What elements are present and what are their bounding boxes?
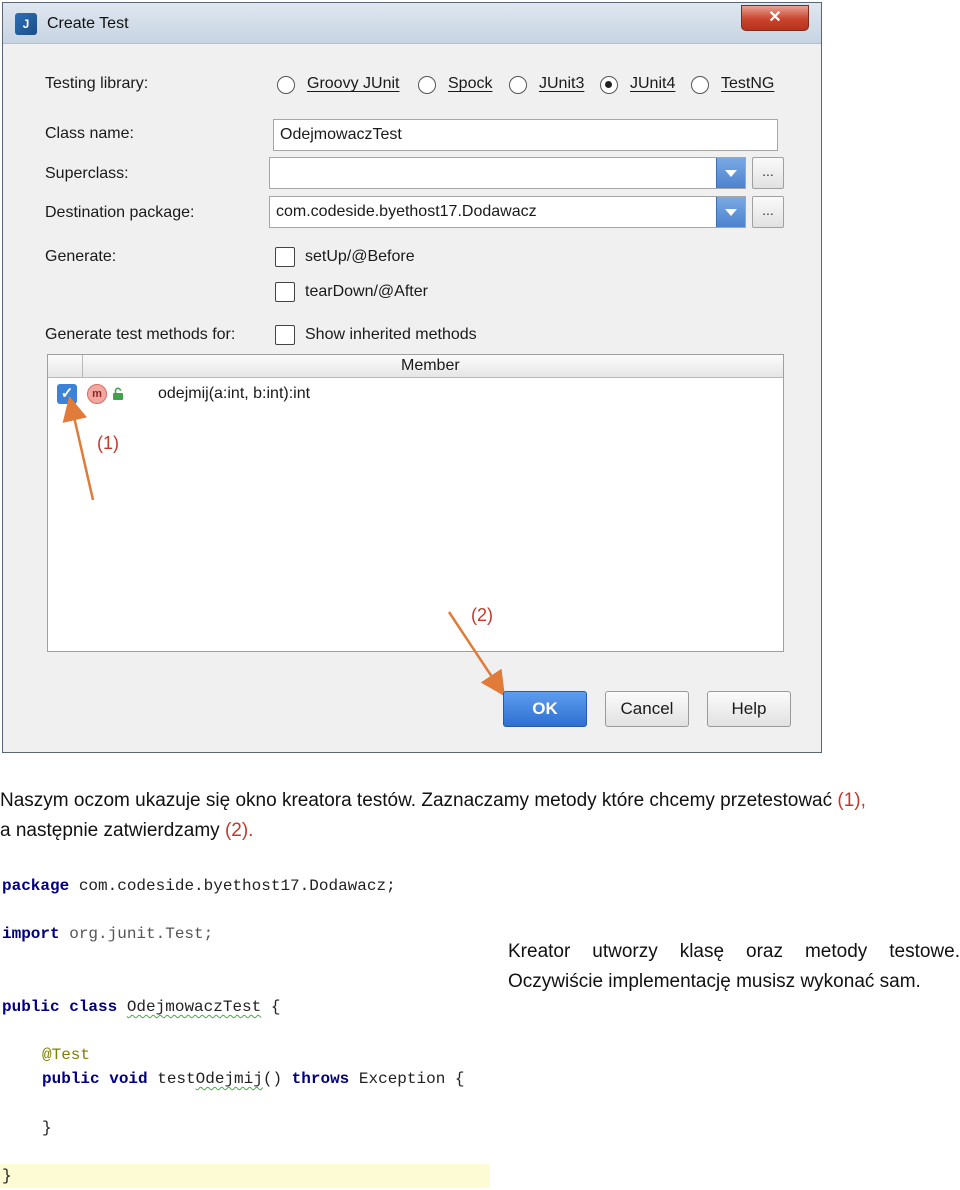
superclass-browse-button[interactable]: ... — [752, 157, 784, 189]
class-name-label: Class name: — [45, 125, 134, 142]
destination-package-browse-button[interactable]: ... — [752, 196, 784, 228]
annotation-one: (1) — [97, 433, 119, 453]
code-line-import: import org.junit.Test; — [2, 925, 213, 943]
prose-ref-two: (2). — [224, 820, 254, 841]
help-button[interactable]: Help — [707, 691, 791, 727]
member-row-signature[interactable]: odejmij(a:int, b:int):int — [158, 385, 310, 403]
column-header-member[interactable]: Member — [401, 357, 460, 375]
members-table: Member ✓ m odejmij(a:int, b:int):int — [47, 354, 784, 652]
side-explanation: Kreator utworzy klasę oraz metody testow… — [508, 941, 960, 992]
import-name: org.junit.Test; — [59, 925, 214, 943]
prose-ref-one: (1), — [837, 790, 866, 811]
class-brace: { — [261, 998, 281, 1016]
setup-before-label[interactable]: setUp/@Before — [305, 248, 415, 266]
annotation-two: (2) — [471, 605, 493, 625]
kw-public-class: public class — [2, 998, 118, 1016]
destination-package-dropdown-arrow-icon[interactable] — [716, 197, 745, 227]
table-header: Member — [48, 355, 783, 378]
method-icon: m — [87, 384, 107, 404]
setup-before-checkbox[interactable] — [275, 247, 295, 267]
code-line-package: package com.codeside.byethost17.Dodawacz… — [2, 877, 396, 895]
ok-button[interactable]: OK — [503, 691, 587, 727]
generate-methods-for-label: Generate test methods for: — [45, 326, 236, 343]
generate-label: Generate: — [45, 248, 117, 265]
create-test-dialog: J Create Test ✕ Testing library: Groovy … — [2, 2, 822, 753]
package-name: com.codeside.byethost17.Dodawacz; — [69, 877, 396, 895]
teardown-after-label[interactable]: tearDown/@After — [305, 283, 428, 301]
class-name: OdejmowaczTest — [126, 998, 262, 1016]
description-paragraph: Naszym oczom ukazuje się okno kreatora t… — [0, 786, 960, 846]
superclass-dropdown-arrow-icon[interactable] — [716, 158, 745, 188]
radio-junit3[interactable] — [509, 76, 527, 94]
radio-groovy-junit-label[interactable]: Groovy JUnit — [307, 75, 399, 93]
kw-import: import — [2, 925, 60, 943]
show-inherited-label[interactable]: Show inherited methods — [305, 326, 477, 344]
header-separator — [82, 355, 83, 377]
kw-throws: throws — [291, 1070, 350, 1088]
radio-junit4[interactable] — [600, 76, 618, 94]
current-line-highlight — [0, 1164, 490, 1188]
code-line-class: public class OdejmowaczTest { — [2, 998, 280, 1016]
destination-package-combo[interactable]: com.codeside.byethost17.Dodawacz — [269, 196, 746, 228]
member-row-checkbox[interactable]: ✓ — [57, 384, 77, 404]
class-name-input[interactable]: OdejmowaczTest — [273, 119, 778, 151]
teardown-after-checkbox[interactable] — [275, 282, 295, 302]
radio-testng[interactable] — [691, 76, 709, 94]
code-line-method: public void testOdejmij() throws Excepti… — [42, 1070, 465, 1088]
code-line-annotation: @Test — [42, 1046, 90, 1064]
intellij-app-icon: J — [15, 13, 37, 35]
method-name-squiggle: Odejmij — [195, 1070, 263, 1088]
prose-line2: a następnie zatwierdzamy — [0, 820, 225, 841]
destination-package-label: Destination package: — [45, 204, 195, 221]
radio-groovy-junit[interactable] — [277, 76, 295, 94]
title-bar: J Create Test ✕ — [3, 3, 821, 44]
unlocked-public-icon — [113, 387, 123, 400]
radio-junit4-label[interactable]: JUnit4 — [630, 75, 675, 93]
radio-junit3-label[interactable]: JUnit3 — [539, 75, 584, 93]
radio-spock[interactable] — [418, 76, 436, 94]
code-line-class-close: } — [2, 1167, 12, 1185]
testing-library-label: Testing library: — [45, 75, 149, 92]
kw-public-void: public void — [42, 1070, 148, 1088]
kw-package: package — [2, 877, 70, 895]
close-button[interactable]: ✕ — [741, 5, 809, 31]
cancel-button[interactable]: Cancel — [605, 691, 689, 727]
prose-line1: Naszym oczom ukazuje się okno kreatora t… — [0, 790, 838, 811]
exception-clause: Exception { — [349, 1070, 465, 1088]
destination-package-value: com.codeside.byethost17.Dodawacz — [276, 203, 537, 220]
radio-spock-label[interactable]: Spock — [448, 75, 492, 93]
code-line-method-close: } — [42, 1119, 52, 1137]
superclass-label: Superclass: — [45, 165, 129, 182]
test-annotation: @Test — [42, 1046, 91, 1064]
method-prefix: test — [147, 1070, 196, 1088]
dialog-title: Create Test — [47, 15, 129, 32]
radio-testng-label[interactable]: TestNG — [721, 75, 774, 93]
dialog-content: Testing library: Groovy JUnit Spock JUni… — [11, 44, 815, 746]
method-parens: () — [262, 1070, 283, 1088]
show-inherited-checkbox[interactable] — [275, 325, 295, 345]
superclass-combo[interactable] — [269, 157, 746, 189]
